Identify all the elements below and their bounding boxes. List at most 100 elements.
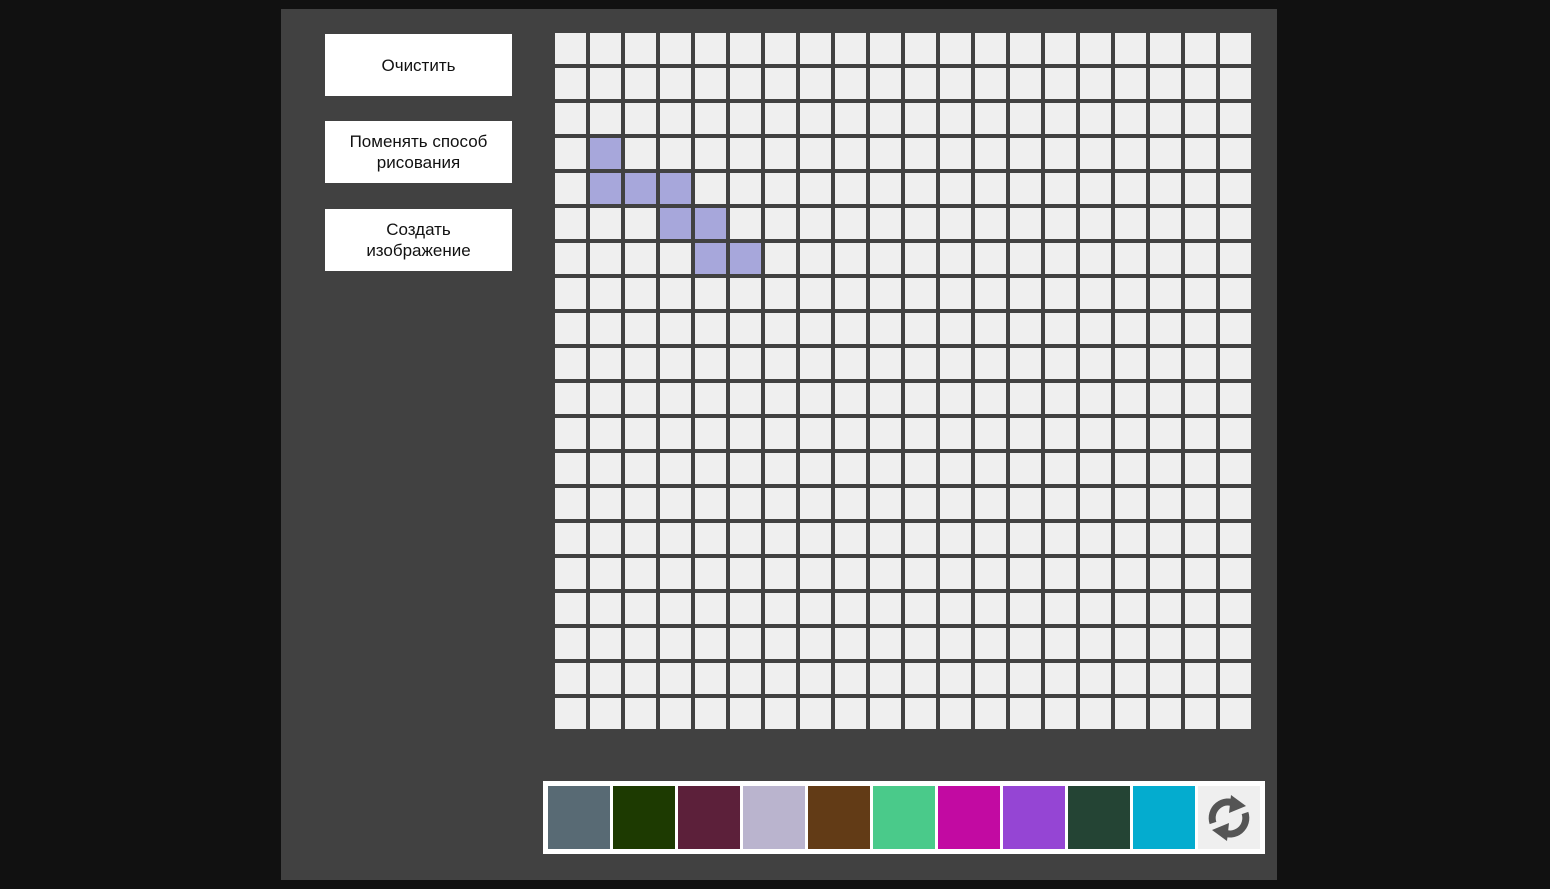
grid-cell[interactable]: [695, 628, 726, 659]
grid-cell[interactable]: [1150, 488, 1181, 519]
grid-cell[interactable]: [905, 628, 936, 659]
grid-cell[interactable]: [835, 68, 866, 99]
grid-cell[interactable]: [940, 33, 971, 64]
grid-cell[interactable]: [1045, 173, 1076, 204]
grid-cell[interactable]: [625, 488, 656, 519]
grid-cell[interactable]: [730, 278, 761, 309]
grid-cell[interactable]: [730, 138, 761, 169]
grid-cell[interactable]: [905, 593, 936, 624]
grid-cell[interactable]: [625, 453, 656, 484]
grid-cell[interactable]: [660, 628, 691, 659]
refresh-palette-button[interactable]: [1198, 786, 1260, 849]
grid-cell[interactable]: [870, 68, 901, 99]
grid-cell[interactable]: [1010, 68, 1041, 99]
grid-cell[interactable]: [555, 173, 586, 204]
grid-cell[interactable]: [1115, 68, 1146, 99]
grid-cell[interactable]: [1045, 698, 1076, 729]
grid-cell[interactable]: [1045, 68, 1076, 99]
grid-cell[interactable]: [695, 593, 726, 624]
grid-cell[interactable]: [660, 278, 691, 309]
grid-cell[interactable]: [975, 33, 1006, 64]
grid-cell[interactable]: [905, 278, 936, 309]
grid-cell[interactable]: [1220, 243, 1251, 274]
grid-cell[interactable]: [1185, 33, 1216, 64]
grid-cell[interactable]: [1010, 33, 1041, 64]
grid-cell[interactable]: [1220, 558, 1251, 589]
grid-cell[interactable]: [1185, 383, 1216, 414]
grid-cell[interactable]: [695, 558, 726, 589]
grid-cell[interactable]: [1080, 278, 1111, 309]
grid-cell[interactable]: [695, 278, 726, 309]
grid-cell[interactable]: [1080, 313, 1111, 344]
grid-cell[interactable]: [555, 383, 586, 414]
grid-cell[interactable]: [835, 103, 866, 134]
grid-cell[interactable]: [905, 103, 936, 134]
grid-cell[interactable]: [905, 698, 936, 729]
grid-cell[interactable]: [1220, 173, 1251, 204]
grid-cell[interactable]: [905, 313, 936, 344]
grid-cell[interactable]: [1010, 138, 1041, 169]
grid-cell[interactable]: [1185, 208, 1216, 239]
grid-cell[interactable]: [870, 173, 901, 204]
grid-cell[interactable]: [765, 243, 796, 274]
grid-cell[interactable]: [975, 103, 1006, 134]
grid-cell[interactable]: [1150, 103, 1181, 134]
grid-cell[interactable]: [1045, 488, 1076, 519]
grid-cell[interactable]: [730, 558, 761, 589]
grid-cell[interactable]: [835, 313, 866, 344]
grid-cell[interactable]: [625, 593, 656, 624]
grid-cell[interactable]: [800, 523, 831, 554]
grid-cell[interactable]: [1220, 313, 1251, 344]
grid-cell[interactable]: [1010, 488, 1041, 519]
grid-cell[interactable]: [695, 173, 726, 204]
grid-cell[interactable]: [730, 348, 761, 379]
grid-cell[interactable]: [1185, 418, 1216, 449]
grid-cell[interactable]: [800, 208, 831, 239]
grid-cell[interactable]: [625, 313, 656, 344]
grid-cell[interactable]: [870, 593, 901, 624]
color-swatch[interactable]: [548, 786, 610, 849]
grid-cell[interactable]: [590, 383, 621, 414]
grid-cell[interactable]: [765, 173, 796, 204]
grid-cell[interactable]: [835, 208, 866, 239]
grid-cell[interactable]: [1220, 278, 1251, 309]
grid-cell[interactable]: [835, 173, 866, 204]
grid-cell[interactable]: [905, 208, 936, 239]
grid-cell[interactable]: [695, 138, 726, 169]
grid-cell[interactable]: [590, 418, 621, 449]
grid-cell[interactable]: [695, 208, 726, 239]
grid-cell[interactable]: [1080, 698, 1111, 729]
grid-cell[interactable]: [1010, 348, 1041, 379]
grid-cell[interactable]: [975, 488, 1006, 519]
grid-cell[interactable]: [1115, 628, 1146, 659]
grid-cell[interactable]: [660, 663, 691, 694]
grid-cell[interactable]: [835, 243, 866, 274]
grid-cell[interactable]: [555, 348, 586, 379]
grid-cell[interactable]: [800, 418, 831, 449]
grid-cell[interactable]: [835, 278, 866, 309]
grid-cell[interactable]: [1220, 383, 1251, 414]
grid-cell[interactable]: [765, 453, 796, 484]
grid-cell[interactable]: [870, 663, 901, 694]
grid-cell[interactable]: [905, 663, 936, 694]
grid-cell[interactable]: [1220, 488, 1251, 519]
grid-cell[interactable]: [870, 698, 901, 729]
grid-cell[interactable]: [1220, 523, 1251, 554]
grid-cell[interactable]: [590, 453, 621, 484]
grid-cell[interactable]: [590, 103, 621, 134]
grid-cell[interactable]: [1115, 138, 1146, 169]
grid-cell[interactable]: [625, 33, 656, 64]
grid-cell[interactable]: [1150, 243, 1181, 274]
grid-cell[interactable]: [1150, 698, 1181, 729]
grid-cell[interactable]: [1010, 628, 1041, 659]
grid-cell[interactable]: [1220, 103, 1251, 134]
grid-cell[interactable]: [940, 103, 971, 134]
grid-cell[interactable]: [835, 558, 866, 589]
color-swatch[interactable]: [1133, 786, 1195, 849]
grid-cell[interactable]: [870, 348, 901, 379]
grid-cell[interactable]: [730, 593, 761, 624]
grid-cell[interactable]: [730, 418, 761, 449]
grid-cell[interactable]: [765, 313, 796, 344]
grid-cell[interactable]: [730, 663, 761, 694]
grid-cell[interactable]: [800, 68, 831, 99]
